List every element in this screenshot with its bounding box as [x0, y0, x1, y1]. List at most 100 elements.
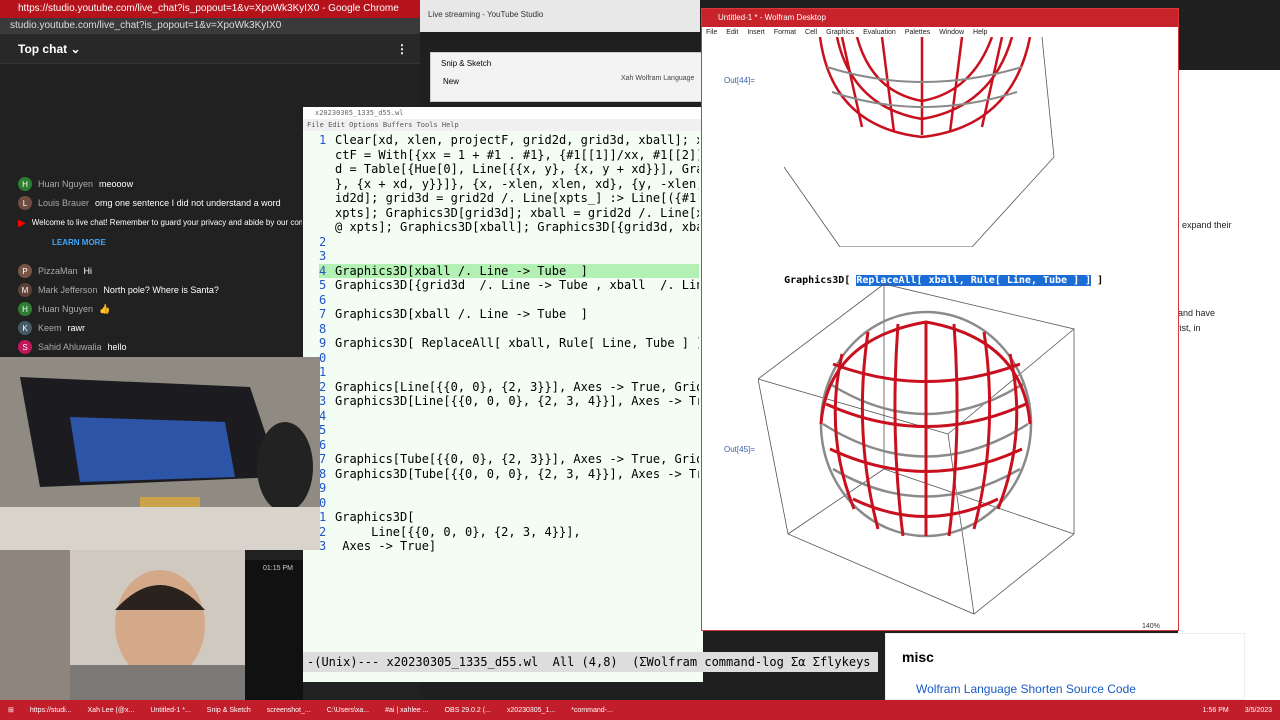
top-chat-dropdown[interactable]: Top chat ⌄ ⋮	[0, 34, 420, 64]
line-number: 5	[319, 423, 327, 437]
taskbar-app[interactable]: #ai | xahlee ...	[377, 707, 436, 714]
code-line[interactable]: 8	[319, 322, 699, 337]
menu-item[interactable]: Graphics	[826, 29, 854, 36]
menu-item[interactable]: Palettes	[905, 29, 930, 36]
line-text: Axes -> True]	[335, 539, 437, 553]
code-line[interactable]: d = Table[{Hue[0], Line[{{x, y}, {x, y +…	[319, 162, 699, 177]
code-line[interactable]: 1	[319, 365, 699, 380]
code-line[interactable]: 2	[319, 235, 699, 250]
code-line[interactable]: ctF = With[{xx = 1 + #1 . #1}, {#1[[1]]/…	[319, 148, 699, 163]
code-line[interactable]: 5	[319, 423, 699, 438]
code-line[interactable]: @ xpts]; Graphics3D[xball]; Graphics3D[{…	[319, 220, 699, 235]
taskbar-app[interactable]: Xah Lee (@x...	[80, 707, 143, 714]
code-line[interactable]: 7 Graphics[Tube[{{0, 0}, {2, 3}}], Axes -…	[319, 452, 699, 467]
menu-item[interactable]: File	[706, 29, 717, 36]
chevron-down-icon: ⌄	[70, 42, 81, 56]
code-line[interactable]: 3 Graphics3D[Line[{{0, 0, 0}, {2, 3, 4}}]…	[319, 394, 699, 409]
learn-more-link[interactable]: LEARN MORE	[52, 238, 106, 247]
line-text: Graphics3D[{grid3d /. Line -> Tube , xba…	[335, 278, 699, 292]
taskbar-app[interactable]: x20230305_1...	[499, 707, 563, 714]
chat-message: L Louis Brauer omg one sentence I did no…	[18, 195, 281, 211]
code-buffer[interactable]: 1 Clear[xd, xlen, projectF, grid2d, grid3…	[303, 133, 703, 573]
taskbar-date[interactable]: 3/5/2023	[1237, 707, 1280, 714]
misc-link[interactable]: Wolfram Language Shorten Source Code	[916, 682, 1136, 696]
taskbar-app[interactable]: https://studi...	[22, 707, 80, 714]
code-line[interactable]: xpts]; Graphics3D[grid3d]; xball = grid2…	[319, 206, 699, 221]
code-line[interactable]: 8 Graphics3D[Tube[{{0, 0, 0}, {2, 3, 4}}]…	[319, 467, 699, 482]
taskbar-app[interactable]: screenshot_...	[259, 707, 319, 714]
line-text: Graphics[Tube[{{0, 0}, {2, 3}}], Axes ->…	[335, 452, 699, 466]
emacs-modeline: -(Unix)--- x20230305_1335_d55.wl All (4,…	[303, 652, 878, 672]
youtube-studio-tab[interactable]: Live streaming - YouTube Studio	[420, 0, 700, 32]
more-options-icon[interactable]: ⋮	[396, 34, 408, 64]
out44-label: Out[44]=	[724, 76, 755, 85]
code-line[interactable]: 3 Axes -> True]	[319, 539, 699, 554]
code-line[interactable]: id2d]; grid3d = grid2d /. Line[xpts_] :>…	[319, 191, 699, 206]
code-line[interactable]: 3	[319, 249, 699, 264]
graphics3d-output-45[interactable]	[758, 284, 1078, 619]
author-name[interactable]: Huan Nguyen	[38, 179, 93, 189]
emacs-window[interactable]: x20230305_1335_d55.wl File Edit Options …	[303, 107, 703, 682]
code-line[interactable]: 1 Clear[xd, xlen, projectF, grid2d, grid3…	[319, 133, 699, 148]
new-snip-button[interactable]: New	[443, 77, 459, 86]
taskbar-app[interactable]: Snip & Sketch	[199, 707, 259, 714]
menu-item[interactable]: Evaluation	[863, 29, 896, 36]
code-line[interactable]: 2 Line[{{0, 0, 0}, {2, 3, 4}}],	[319, 525, 699, 540]
chat-window-title: https://studio.youtube.com/live_chat?is_…	[0, 0, 420, 18]
xah-tab[interactable]: Xah Wolfram Language	[621, 75, 694, 82]
menu-item[interactable]: Window	[939, 29, 964, 36]
line-number: 8	[319, 466, 327, 481]
mathematica-window[interactable]: Untitled-1 * - Wolfram Desktop File Edit I…	[701, 8, 1179, 631]
line-number: 6	[319, 292, 327, 307]
code-line[interactable]: 9	[319, 481, 699, 496]
code-line[interactable]: 4 Graphics3D[xball /. Line -> Tube ]	[319, 263, 699, 278]
taskbar-app[interactable]: *command-...	[563, 707, 621, 714]
code-line[interactable]: 6	[319, 293, 699, 308]
code-line[interactable]: 9 Graphics3D[ ReplaceAll[ xball, Rule[ Li…	[319, 336, 699, 351]
line-text: xpts]; Graphics3D[grid3d]; xball = grid2…	[335, 205, 699, 220]
top-chat-label: Top chat	[18, 42, 68, 56]
line-text: ctF = With[{xx = 1 + #1 . #1}, {#1[[1]]/…	[335, 147, 699, 162]
taskbar-time[interactable]: 1:56 PM	[1195, 707, 1237, 714]
code-line[interactable]: 5 Graphics3D[{grid3d /. Line -> Tube , xb…	[319, 278, 699, 293]
code-line[interactable]: }, {x + xd, y}}]}, {x, -xlen, xlen, xd},…	[319, 177, 699, 192]
line-number: 1	[319, 133, 327, 147]
start-icon[interactable]: ⊞	[0, 706, 22, 714]
line-text: Line[{{0, 0, 0}, {2, 3, 4}}],	[335, 524, 581, 539]
author-name[interactable]: Louis Brauer	[38, 198, 89, 208]
chat-url-bar[interactable]: studio.youtube.com/live_chat?is_popout=1…	[0, 18, 420, 34]
message-text: North pole? Where is Santa?	[103, 285, 219, 295]
author-name[interactable]: Keem	[38, 323, 62, 333]
author-name[interactable]: PizzaMan	[38, 266, 78, 276]
author-name[interactable]: Huan Nguyen	[38, 304, 93, 314]
emacs-menu[interactable]: File Edit Options Buffers Tools Help	[303, 119, 703, 131]
author-name[interactable]: Mark Jefferson	[38, 285, 97, 295]
line-number: 9	[319, 336, 327, 350]
graphics3d-output-44[interactable]	[782, 37, 1082, 247]
avatar: H	[18, 302, 32, 316]
code-line[interactable]: 4	[319, 409, 699, 424]
browser-page-right: expand their 2, and have gyist, in	[1168, 70, 1280, 700]
code-line[interactable]: 7 Graphics3D[xball /. Line -> Tube ]	[319, 307, 699, 322]
welcome-banner: ▶ Welcome to live chat! Remember to guar…	[18, 218, 308, 229]
menu-item[interactable]: Format	[774, 29, 796, 36]
zoom-level[interactable]: 140%	[1142, 623, 1160, 630]
code-line[interactable]: 0	[319, 496, 699, 511]
avatar: H	[18, 177, 32, 191]
taskbar-app[interactable]: OBS 29.0.2 (...	[437, 707, 499, 714]
code-line[interactable]: 6	[319, 438, 699, 453]
snip-title: Snip & Sketch	[441, 59, 492, 68]
menu-item[interactable]: Help	[973, 29, 987, 36]
taskbar-app[interactable]: Untitled-1 *...	[142, 707, 198, 714]
code-line[interactable]: 1 Graphics3D[	[319, 510, 699, 525]
avatar: M	[18, 283, 32, 297]
input-suffix: ]	[1091, 275, 1104, 286]
menu-item[interactable]: Edit	[726, 29, 738, 36]
code-line[interactable]: 2 Graphics[Line[{{0, 0}, {2, 3}}], Axes -…	[319, 380, 699, 395]
author-name[interactable]: Sahid Ahluwalia	[38, 342, 102, 352]
line-text: Graphics3D[Tube[{{0, 0, 0}, {2, 3, 4}}],…	[335, 466, 699, 481]
menu-item[interactable]: Insert	[747, 29, 765, 36]
taskbar-app[interactable]: C:\Users\xa...	[319, 707, 377, 714]
menu-item[interactable]: Cell	[805, 29, 817, 36]
code-line[interactable]: 0	[319, 351, 699, 366]
